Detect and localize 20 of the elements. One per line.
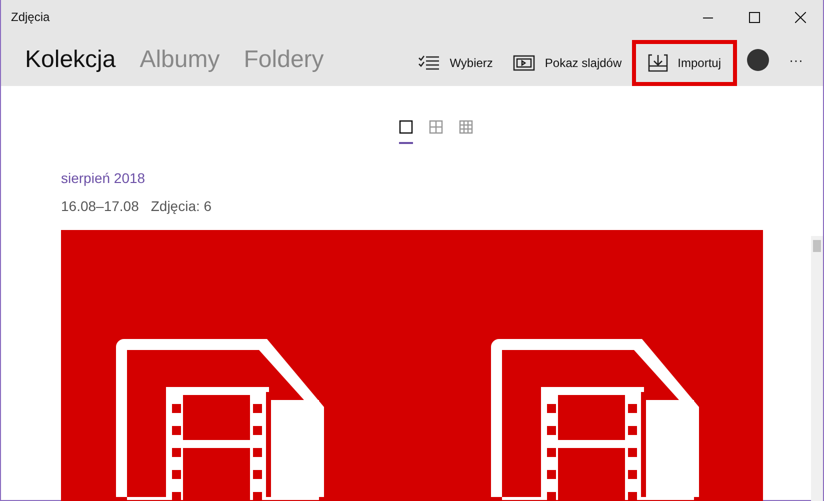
slideshow-button[interactable]: Pokaz slajdów xyxy=(502,40,632,86)
avatar[interactable] xyxy=(747,49,769,71)
window-title: Zdjęcia xyxy=(10,10,51,24)
select-button[interactable]: Wybierz xyxy=(408,40,503,86)
close-icon xyxy=(794,12,806,22)
large-thumbnails-icon[interactable] xyxy=(399,120,413,144)
slideshow-icon xyxy=(512,55,535,71)
checklist-icon xyxy=(418,55,440,71)
import-button[interactable]: Importuj xyxy=(632,40,737,86)
group-title[interactable]: sierpień 2018 xyxy=(61,170,811,186)
photo-thumbnail[interactable] xyxy=(61,230,763,501)
film-file-icon xyxy=(116,339,324,500)
maximize-icon xyxy=(748,12,760,22)
film-file-icon xyxy=(491,339,699,500)
scrollbar[interactable] xyxy=(811,236,823,501)
photo-count: Zdjęcia: 6 xyxy=(150,198,212,214)
date-range: 16.08–17.08 xyxy=(61,198,139,214)
tab[interactable]: Kolekcja xyxy=(25,46,116,74)
more-button[interactable]: ··· xyxy=(783,52,809,68)
import-icon xyxy=(648,54,668,72)
